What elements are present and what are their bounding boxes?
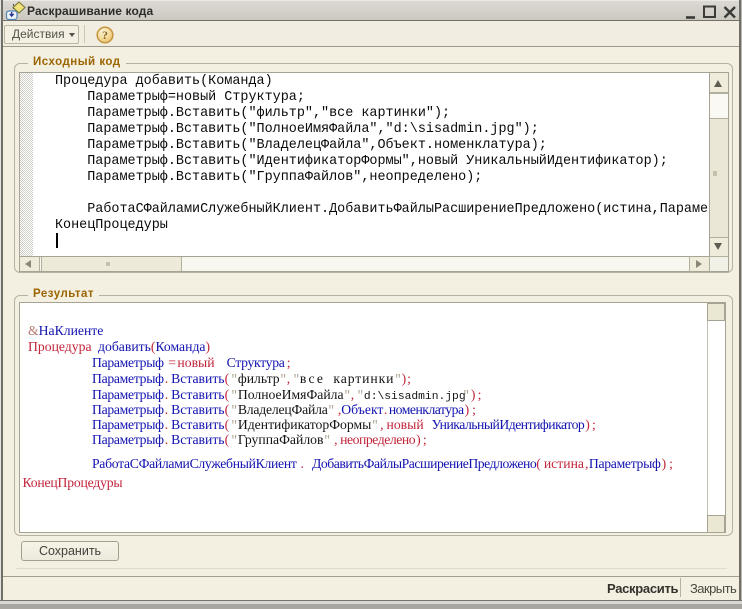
svg-text:?: ? (102, 28, 108, 42)
